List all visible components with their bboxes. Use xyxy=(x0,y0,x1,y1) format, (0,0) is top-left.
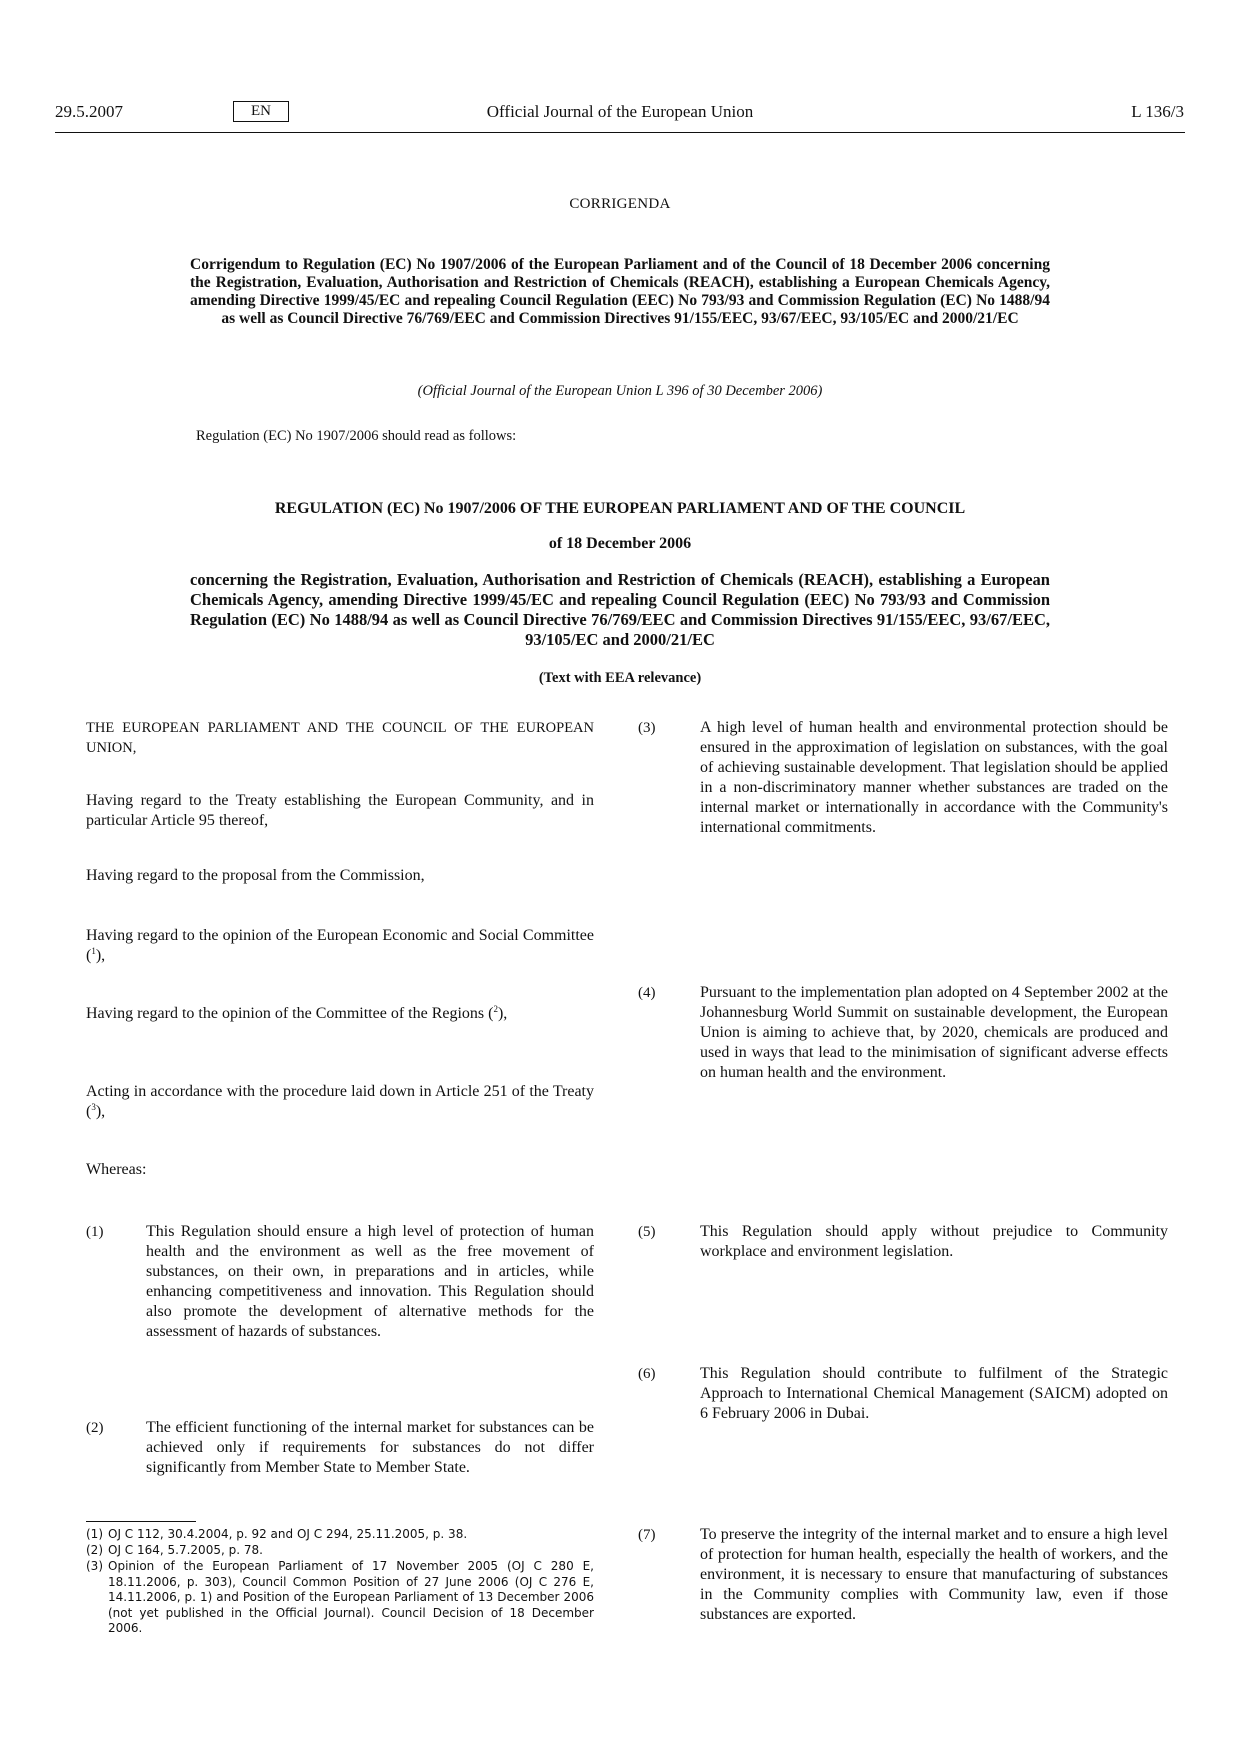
recital: (3) A high level of human health and env… xyxy=(638,718,1168,838)
recital-text: This Regulation should apply without pre… xyxy=(700,1223,1168,1260)
recital: (7) To preserve the integrity of the int… xyxy=(638,1525,1168,1625)
header-rule xyxy=(55,132,1185,133)
footnote-separator xyxy=(86,1521,196,1522)
citation: Acting in accordance with the procedure … xyxy=(86,1083,594,1120)
footnote-number: (1) xyxy=(86,1527,103,1541)
footnote-number: (3) xyxy=(86,1559,103,1573)
footnote-text: OJ C 112, 30.4.2004, p. 92 and OJ C 294,… xyxy=(108,1527,468,1541)
citation: Having regard to the opinion of the Euro… xyxy=(86,927,594,964)
read-as-statement: Regulation (EC) No 1907/2006 should read… xyxy=(196,428,517,444)
recital-number: (7) xyxy=(638,1527,656,1543)
citation-text: Having regard to the opinion of the Euro… xyxy=(86,927,594,964)
eea-relevance: (Text with EEA relevance) xyxy=(538,670,702,686)
whereas-label: Whereas: xyxy=(86,1161,147,1178)
citation: Having regard to the proposal from the C… xyxy=(86,866,594,886)
recital-number: (1) xyxy=(86,1224,104,1240)
recital-number: (6) xyxy=(638,1366,656,1382)
recital-text: This Regulation should contribute to ful… xyxy=(700,1365,1168,1422)
regulation-subject: concerning the Registration, Evaluation,… xyxy=(190,570,1050,649)
citation: Having regard to the Treaty establishing… xyxy=(86,791,594,831)
citation-text: Acting in accordance with the procedure … xyxy=(86,1083,594,1120)
recital: (1) This Regulation should ensure a high… xyxy=(86,1222,594,1342)
recital: (5) This Regulation should apply without… xyxy=(638,1222,1168,1262)
citation-text: Having regard to the proposal from the C… xyxy=(86,867,425,884)
recital-number: (4) xyxy=(638,985,656,1001)
footnote-number: (2) xyxy=(86,1543,103,1557)
footnote-text: Opinion of the European Parliament of 17… xyxy=(108,1559,594,1635)
page-number: L 136/3 xyxy=(1131,102,1184,121)
recital-number: (5) xyxy=(638,1224,656,1240)
citation-text: Having regard to the opinion of the Comm… xyxy=(86,1005,494,1022)
corrigenda-heading: CORRIGENDA xyxy=(569,196,671,212)
regulation-title: REGULATION (EC) No 1907/2006 OF THE EURO… xyxy=(274,500,966,517)
footnote: (2) OJ C 164, 5.7.2005, p. 78. xyxy=(86,1543,594,1559)
recital: (4) Pursuant to the implementation plan … xyxy=(638,983,1168,1083)
corrigendum-title: Corrigendum to Regulation (EC) No 1907/2… xyxy=(190,256,1050,327)
recital: (2) The efficient functioning of the int… xyxy=(86,1418,594,1478)
preamble-parties: THE EUROPEAN PARLIAMENT AND THE COUNCIL … xyxy=(86,720,594,756)
recital: (6) This Regulation should contribute to… xyxy=(638,1364,1168,1424)
journal-title: Official Journal of the European Union xyxy=(486,102,754,121)
recital-text: A high level of human health and environ… xyxy=(700,719,1168,836)
footnote: (3) Opinion of the European Parliament o… xyxy=(86,1559,594,1637)
oj-reference: (Official Journal of the European Union … xyxy=(417,383,823,399)
footnote-text: OJ C 164, 5.7.2005, p. 78. xyxy=(108,1543,263,1557)
recital-text: To preserve the integrity of the interna… xyxy=(700,1526,1168,1623)
recital-number: (3) xyxy=(638,720,656,736)
regulation-date: of 18 December 2006 xyxy=(548,535,692,552)
footnote: (1) OJ C 112, 30.4.2004, p. 92 and OJ C … xyxy=(86,1527,594,1543)
citation-text: Having regard to the Treaty establishing… xyxy=(86,792,594,829)
recital-text: Pursuant to the implementation plan adop… xyxy=(700,984,1168,1081)
recital-number: (2) xyxy=(86,1420,104,1436)
recital-text: The efficient functioning of the interna… xyxy=(146,1419,594,1476)
recital-text: This Regulation should ensure a high lev… xyxy=(146,1223,594,1340)
citation: Having regard to the opinion of the Comm… xyxy=(86,1004,508,1023)
